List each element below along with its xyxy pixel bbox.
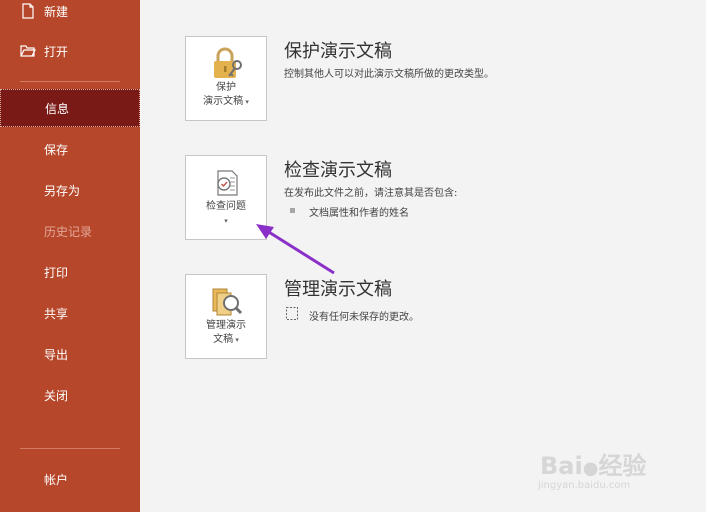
protect-presentation-button[interactable]: 保护 演示文稿 ▾ <box>185 36 267 121</box>
sidebar-item-close[interactable]: 关闭 <box>0 376 140 414</box>
protect-section-title: 保护演示文稿 <box>284 41 392 62</box>
inspect-bullet-text: 文档属性和作者的姓名 <box>309 208 409 219</box>
sidebar-item-label: 关闭 <box>44 388 69 403</box>
sidebar-item-history: 历史记录 <box>0 212 140 250</box>
tile-label-line1: 保护 <box>216 82 236 93</box>
sidebar-item-share[interactable]: 共享 <box>0 294 140 332</box>
sidebar-item-label: 共享 <box>44 306 69 321</box>
sidebar-item-label: 另存为 <box>44 183 81 198</box>
sidebar-item-label: 保存 <box>44 142 69 157</box>
tile-label-line1: 管理演示 <box>206 320 246 331</box>
sidebar-item-save-as[interactable]: 另存为 <box>0 171 140 209</box>
inspect-section-desc: 在发布此文件之前，请注意其是否包含: <box>284 188 458 199</box>
tile-label-line2: 演示文稿 ▾ <box>203 96 249 107</box>
sidebar-item-label: 历史记录 <box>44 224 93 239</box>
inspect-document-icon <box>217 170 238 196</box>
watermark-url: jingyan.baidu.com <box>538 480 631 491</box>
lock-key-icon <box>214 47 242 78</box>
sidebar-item-info[interactable]: 信息 <box>0 89 140 127</box>
sidebar-item-save[interactable]: 保存 <box>0 130 140 168</box>
annotation-arrow <box>256 224 335 275</box>
new-file-icon <box>22 3 34 19</box>
sidebar-item-export[interactable]: 导出 <box>0 335 140 373</box>
backstage-sidebar: 新建 打开 信息 保存 另存为 历史记录 打印 共享 导出 关闭 帐户 <box>0 0 140 512</box>
sidebar-item-account[interactable]: 帐户 <box>0 460 140 498</box>
sidebar-item-print[interactable]: 打印 <box>0 253 140 291</box>
sidebar-item-label: 信息 <box>45 101 70 116</box>
open-folder-icon <box>20 45 36 57</box>
manage-section-title: 管理演示文稿 <box>284 279 392 300</box>
watermark-brand: Bai●经验 <box>540 452 647 480</box>
sidebar-item-label: 新建 <box>44 4 69 19</box>
sidebar-divider <box>20 448 120 449</box>
sidebar-item-label: 帐户 <box>44 472 69 487</box>
manage-presentation-button[interactable]: 管理演示 文稿 ▾ <box>185 274 267 359</box>
sidebar-divider <box>20 81 120 82</box>
sidebar-item-new[interactable]: 新建 <box>0 0 140 30</box>
baidu-watermark: Bai●经验 jingyan.baidu.com <box>530 436 690 500</box>
sidebar-item-label: 导出 <box>44 347 69 362</box>
sidebar-item-label: 打印 <box>44 265 69 280</box>
protect-section-desc: 控制其他人可以对此演示文稿所做的更改类型。 <box>284 69 494 80</box>
manage-section-desc: 没有任何未保存的更改。 <box>309 312 419 323</box>
document-status-icon <box>286 307 298 320</box>
sidebar-item-label: 打开 <box>44 44 69 59</box>
tile-label-line2: 文稿 ▾ <box>213 334 239 345</box>
manage-document-icon <box>212 288 243 316</box>
bullet-icon <box>290 208 295 213</box>
sidebar-item-open[interactable]: 打开 <box>0 32 140 70</box>
inspect-section-title: 检查演示文稿 <box>284 160 392 181</box>
tile-label: 检查问题 <box>206 201 246 212</box>
